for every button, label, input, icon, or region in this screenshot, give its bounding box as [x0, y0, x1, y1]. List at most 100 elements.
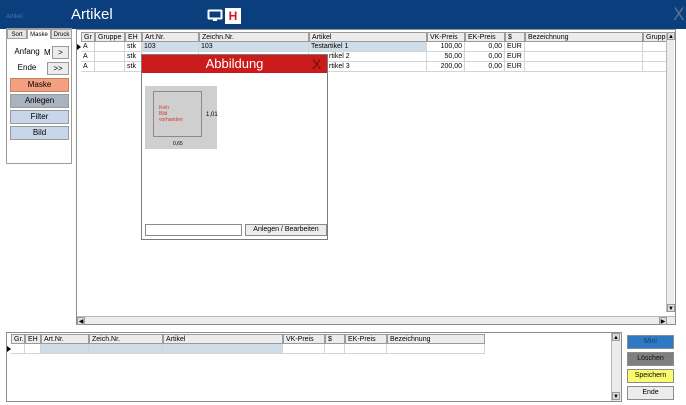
- column-header-currency[interactable]: $: [505, 32, 525, 42]
- cell-artikel[interactable]: Testartikel 1: [309, 42, 427, 52]
- column-header-eh[interactable]: EH: [125, 32, 142, 42]
- column-header-ek-preis[interactable]: EK-Preis: [465, 32, 505, 42]
- cell-gr[interactable]: A: [81, 52, 95, 62]
- window-caption: Artikel: [6, 14, 23, 20]
- scroll-up-icon[interactable]: ▲: [667, 32, 675, 40]
- cell-gruppe[interactable]: [95, 52, 125, 62]
- cell-vk-preis[interactable]: 200,00: [427, 62, 465, 72]
- column-header-gr[interactable]: Gr: [81, 32, 95, 42]
- anfang-button[interactable]: Anfang: [10, 46, 44, 60]
- column-header-artnr[interactable]: Art.Nr.: [41, 334, 89, 344]
- cell-gruppe-2[interactable]: [643, 62, 667, 72]
- cell-eh[interactable]: stk: [125, 42, 142, 52]
- image-preview: Kein Bild vorhanden 1,01 0,65: [145, 86, 218, 149]
- cell-zeichnr[interactable]: 103: [199, 42, 309, 52]
- tab-maske[interactable]: Maske: [27, 29, 51, 39]
- image-path-input[interactable]: [145, 224, 242, 236]
- cell-ek-preis[interactable]: 0,00: [465, 62, 505, 72]
- mini-button[interactable]: Mini: [627, 335, 674, 349]
- scroll-left-icon[interactable]: ◀: [77, 317, 85, 325]
- h-icon[interactable]: H: [225, 8, 241, 24]
- anlegen-button[interactable]: Anlegen: [10, 94, 69, 108]
- cell-currency[interactable]: [325, 344, 345, 354]
- cell-gruppe[interactable]: [95, 42, 125, 52]
- cell-eh[interactable]: stk: [125, 52, 142, 62]
- save-button[interactable]: Speichern: [627, 369, 674, 383]
- filter-button[interactable]: Filter: [10, 110, 69, 124]
- column-header-artnr[interactable]: Art.Nr.: [142, 32, 199, 42]
- m-label: M: [44, 48, 51, 57]
- cell-gruppe-2[interactable]: [643, 52, 667, 62]
- column-header-gr[interactable]: Gr.: [11, 334, 25, 344]
- vertical-scrollbar[interactable]: ▲ ▼: [666, 32, 675, 312]
- scroll-down-icon[interactable]: ▼: [667, 304, 675, 312]
- cell-ek-preis[interactable]: 0,00: [465, 52, 505, 62]
- monitor-icon[interactable]: [207, 9, 223, 22]
- cell-ek-preis[interactable]: 0,00: [465, 42, 505, 52]
- column-header-eh[interactable]: EH: [25, 334, 41, 344]
- table-row[interactable]: A stk 103 103 Testartikel 1 100,00 0,00 …: [77, 42, 667, 52]
- tab-druck[interactable]: Druck: [51, 29, 72, 39]
- column-header-bezeichnung[interactable]: Bezeichnung: [525, 32, 643, 42]
- maske-button[interactable]: Maske: [10, 78, 69, 92]
- column-header-vk-preis[interactable]: VK-Preis: [283, 334, 325, 344]
- tab-sort[interactable]: Sort: [7, 29, 27, 39]
- cell-ek-preis[interactable]: [345, 344, 387, 354]
- width-dimension: 0,65: [173, 141, 183, 147]
- scroll-up-icon[interactable]: ▲: [612, 333, 620, 341]
- anlegen-bearbeiten-button[interactable]: Anlegen / Bearbeiten: [245, 224, 327, 236]
- column-header-currency[interactable]: $: [325, 334, 345, 344]
- column-header-artikel[interactable]: Artikel: [309, 32, 427, 42]
- panel-tabs: Sort Maske Druck: [7, 29, 72, 39]
- cell-artikel[interactable]: [163, 344, 283, 354]
- last-button[interactable]: >>: [47, 62, 69, 75]
- column-header-bezeichnung[interactable]: Bezeichnung: [387, 334, 485, 344]
- cell-eh[interactable]: stk: [125, 62, 142, 72]
- cell-bezeichnung[interactable]: [525, 62, 643, 72]
- column-header-vk-preis[interactable]: VK-Preis: [427, 32, 465, 42]
- cell-currency[interactable]: EUR: [505, 42, 525, 52]
- cell-gruppe[interactable]: [95, 62, 125, 72]
- column-header-ek-preis[interactable]: EK-Preis: [345, 334, 387, 344]
- height-dimension: 1,01: [206, 112, 218, 118]
- scroll-down-icon[interactable]: ▼: [612, 392, 620, 400]
- column-header-artikel[interactable]: Artikel: [163, 334, 283, 344]
- cell-vk-preis[interactable]: 50,00: [427, 52, 465, 62]
- cell-currency[interactable]: EUR: [505, 62, 525, 72]
- cell-artnr[interactable]: 103: [142, 42, 199, 52]
- cell-eh[interactable]: [25, 344, 41, 354]
- page-title: Artikel: [71, 6, 113, 23]
- cell-bezeichnung[interactable]: [525, 52, 643, 62]
- bild-button[interactable]: Bild: [10, 126, 69, 140]
- table-row[interactable]: [7, 344, 485, 354]
- horizontal-scrollbar[interactable]: ◀ ▶: [77, 316, 675, 325]
- cell-artnr[interactable]: [41, 344, 89, 354]
- cell-bezeichnung[interactable]: [387, 344, 485, 354]
- title-bar: Artikel Artikel H X: [0, 0, 686, 29]
- close-icon[interactable]: X: [673, 5, 685, 25]
- column-header-zeichnr[interactable]: Zeich.Nr.: [89, 334, 163, 344]
- cell-currency[interactable]: EUR: [505, 52, 525, 62]
- vertical-scrollbar[interactable]: ▲ ▼: [611, 333, 621, 401]
- cell-gruppe-2[interactable]: [643, 42, 667, 52]
- delete-button[interactable]: Löschen: [627, 352, 674, 366]
- cell-gr[interactable]: A: [81, 62, 95, 72]
- next-button[interactable]: >: [52, 46, 69, 59]
- cell-gr[interactable]: A: [81, 42, 95, 52]
- navigation-panel: Sort Maske Druck Anfang M > Ende >> Mask…: [6, 28, 72, 164]
- cell-zeichnr[interactable]: [89, 344, 163, 354]
- column-header-zeichnr[interactable]: Zeichn.Nr.: [199, 32, 309, 42]
- ende-nav-button[interactable]: Ende: [10, 62, 44, 76]
- scroll-right-icon[interactable]: ▶: [659, 317, 667, 325]
- image-dialog: Abbildung X Kein Bild vorhanden 1,01 0,6…: [141, 54, 328, 240]
- cell-vk-preis[interactable]: [283, 344, 325, 354]
- cell-gr[interactable]: [11, 344, 25, 354]
- column-header-gruppe[interactable]: Gruppe: [95, 32, 125, 42]
- end-button[interactable]: Ende: [627, 386, 674, 400]
- cell-vk-preis[interactable]: 100,00: [427, 42, 465, 52]
- detail-table: Gr. EH Art.Nr. Zeich.Nr. Artikel VK-Prei…: [6, 332, 622, 402]
- cell-bezeichnung[interactable]: [525, 42, 643, 52]
- dialog-close-icon[interactable]: X: [312, 56, 321, 72]
- column-header-gruppe-2[interactable]: Gruppe: [643, 32, 667, 42]
- placeholder-line-3: vorhanden: [159, 117, 183, 123]
